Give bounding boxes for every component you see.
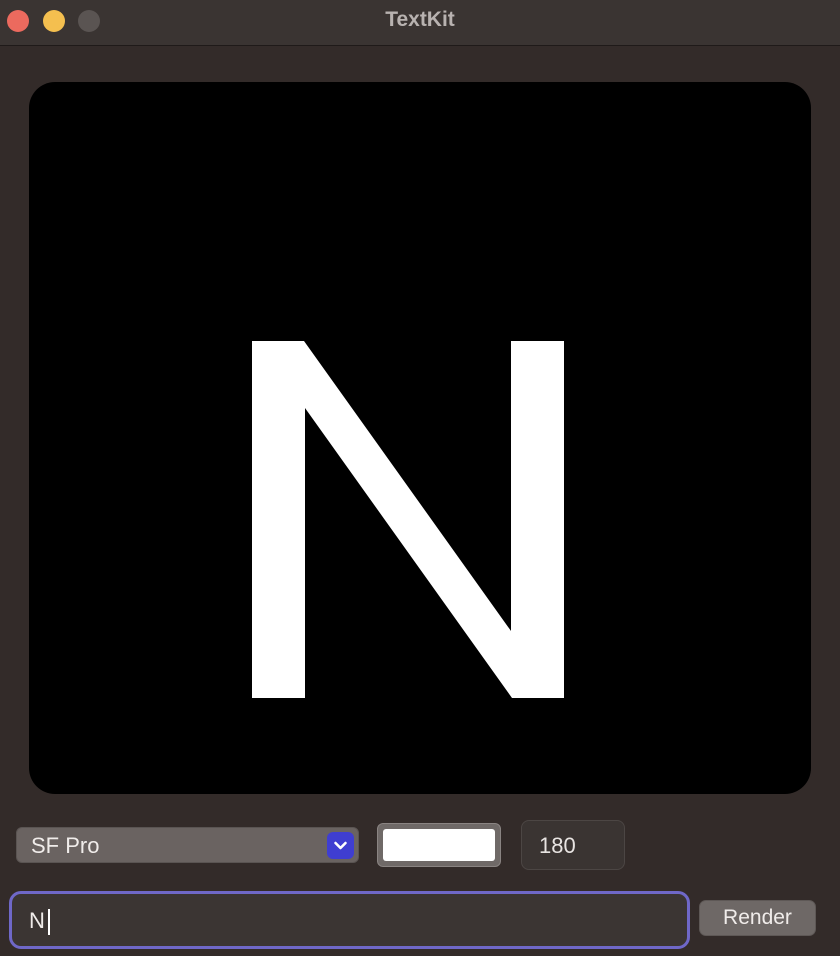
text-input-value: N: [29, 908, 45, 933]
text-input[interactable]: N: [9, 891, 690, 949]
rendered-glyph: [252, 341, 564, 698]
render-canvas: [29, 82, 811, 794]
chevron-down-icon[interactable]: [327, 832, 354, 859]
font-size-value: 180: [539, 833, 576, 858]
app-window: TextKit SF Pro 180 N Render: [0, 0, 840, 956]
text-color-well[interactable]: [377, 823, 501, 867]
text-caret: [48, 909, 50, 935]
font-size-field[interactable]: 180: [521, 820, 625, 870]
font-select-value: SF Pro: [31, 833, 100, 858]
glyph-shape: [252, 341, 564, 698]
render-button[interactable]: Render: [699, 900, 816, 936]
render-button-label: Render: [723, 906, 792, 929]
color-swatch: [383, 829, 495, 861]
font-family-select[interactable]: SF Pro: [16, 827, 359, 863]
window-title: TextKit: [385, 8, 455, 31]
title-bar: TextKit: [0, 0, 840, 46]
